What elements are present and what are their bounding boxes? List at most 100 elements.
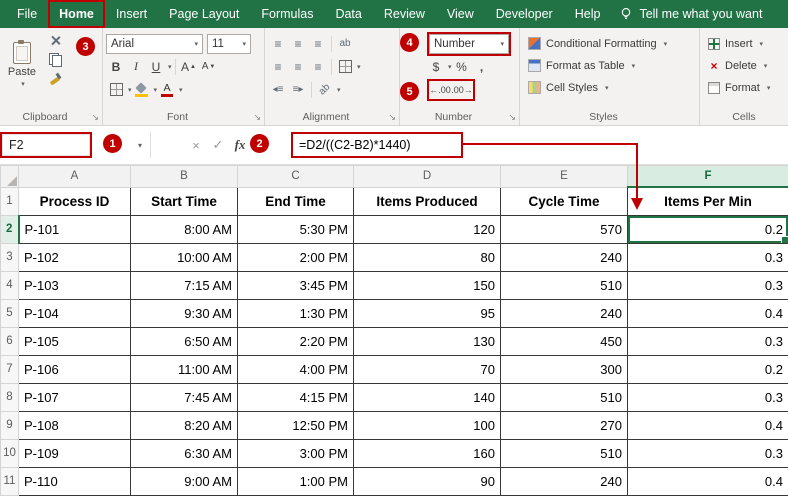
cell-D7[interactable]: 70 [354, 355, 501, 383]
cell-E5[interactable]: 240 [501, 299, 628, 327]
font-name-select[interactable]: Arial ▾ [106, 34, 203, 54]
row-header-8[interactable]: 8 [1, 383, 19, 411]
cell-D11[interactable]: 90 [354, 467, 501, 495]
cell-C9[interactable]: 12:50 PM [238, 411, 354, 439]
cell-A11[interactable]: P-110 [19, 467, 131, 495]
cell-D3[interactable]: 80 [354, 243, 501, 271]
format-button[interactable]: Format ▾ [708, 78, 784, 97]
tab-help[interactable]: Help [564, 0, 612, 28]
cell-A3[interactable]: P-102 [19, 243, 131, 271]
cell-D8[interactable]: 140 [354, 383, 501, 411]
cell-C5[interactable]: 1:30 PM [238, 299, 354, 327]
row-header-3[interactable]: 3 [1, 243, 19, 271]
font-color-button[interactable]: A [157, 80, 177, 99]
cell-A4[interactable]: P-103 [19, 271, 131, 299]
cell-C6[interactable]: 2:20 PM [238, 327, 354, 355]
column-header-C[interactable]: C [238, 166, 354, 188]
cell-A6[interactable]: P-105 [19, 327, 131, 355]
cell-D9[interactable]: 100 [354, 411, 501, 439]
italic-button[interactable]: I [126, 57, 146, 76]
cell-D4[interactable]: 150 [354, 271, 501, 299]
column-header-B[interactable]: B [131, 166, 238, 188]
cell-E1[interactable]: Cycle Time [501, 187, 628, 215]
cell-D2[interactable]: 120 [354, 215, 501, 243]
cell-E2[interactable]: 570 [501, 215, 628, 243]
cell-A9[interactable]: P-108 [19, 411, 131, 439]
cell-C2[interactable]: 5:30 PM [238, 215, 354, 243]
cancel-icon[interactable]: × [185, 134, 207, 156]
cell-F9[interactable]: 0.4 [628, 411, 788, 439]
cell-F4[interactable]: 0.3 [628, 271, 788, 299]
insert-button[interactable]: Insert ▾ [708, 34, 784, 53]
tab-formulas[interactable]: Formulas [250, 0, 324, 28]
align-right-button[interactable]: ≡ [308, 57, 328, 76]
cell-B2[interactable]: 8:00 AM [131, 215, 238, 243]
font-size-select[interactable]: 11 ▾ [207, 34, 251, 54]
cell-E10[interactable]: 510 [501, 439, 628, 467]
name-box-dropdown-icon[interactable]: ▾ [138, 141, 142, 150]
insert-function-icon[interactable]: fx [229, 134, 251, 156]
cell-B11[interactable]: 9:00 AM [131, 467, 238, 495]
cell-C4[interactable]: 3:45 PM [238, 271, 354, 299]
row-header-6[interactable]: 6 [1, 327, 19, 355]
cell-A2[interactable]: P-101 [19, 215, 131, 243]
comma-style-button[interactable]: , [472, 57, 492, 76]
tab-home[interactable]: Home [48, 0, 105, 28]
font-dialog-launcher-icon[interactable]: ↘ [253, 113, 261, 122]
tab-developer[interactable]: Developer [485, 0, 564, 28]
format-as-table-button[interactable]: Format as Table ▾ [528, 56, 695, 75]
column-header-E[interactable]: E [501, 166, 628, 188]
fill-handle[interactable] [781, 236, 788, 244]
tell-me-box[interactable]: Tell me what you want [619, 7, 788, 21]
cell-B9[interactable]: 8:20 AM [131, 411, 238, 439]
tab-review[interactable]: Review [373, 0, 436, 28]
cell-F10[interactable]: 0.3 [628, 439, 788, 467]
cell-F6[interactable]: 0.3 [628, 327, 788, 355]
cell-F3[interactable]: 0.3 [628, 243, 788, 271]
cell-C11[interactable]: 1:00 PM [238, 467, 354, 495]
formula-input[interactable]: =D2/((C2-B2)*1440) [293, 134, 461, 156]
enter-icon[interactable]: ✓ [207, 134, 229, 156]
cell-B5[interactable]: 9:30 AM [131, 299, 238, 327]
cell-C7[interactable]: 4:00 PM [238, 355, 354, 383]
percent-style-button[interactable]: % [452, 57, 472, 76]
tab-file[interactable]: File [6, 0, 48, 28]
align-center-button[interactable]: ≡ [288, 57, 308, 76]
cell-B3[interactable]: 10:00 AM [131, 243, 238, 271]
wrap-text-button[interactable]: ab [335, 34, 355, 53]
decrease-indent-button[interactable]: ◂≡ [268, 80, 288, 99]
merge-center-button[interactable] [335, 57, 355, 76]
align-left-button[interactable]: ≡ [268, 57, 288, 76]
cell-A7[interactable]: P-106 [19, 355, 131, 383]
cell-E7[interactable]: 300 [501, 355, 628, 383]
paste-button[interactable]: Paste ▾ [3, 31, 41, 99]
cell-E8[interactable]: 510 [501, 383, 628, 411]
top-align-button[interactable]: ≡ [268, 34, 288, 53]
alignment-dialog-launcher-icon[interactable]: ↘ [388, 113, 396, 122]
conditional-formatting-button[interactable]: Conditional Formatting ▾ [528, 34, 695, 53]
cell-F7[interactable]: 0.2 [628, 355, 788, 383]
number-format-select[interactable]: Number ▾ [429, 34, 509, 54]
cell-E4[interactable]: 510 [501, 271, 628, 299]
bold-button[interactable]: B [106, 57, 126, 76]
cell-D5[interactable]: 95 [354, 299, 501, 327]
column-header-F[interactable]: F [628, 166, 788, 188]
tab-page-layout[interactable]: Page Layout [158, 0, 250, 28]
cell-D1[interactable]: Items Produced [354, 187, 501, 215]
clipboard-dialog-launcher-icon[interactable]: ↘ [91, 113, 99, 122]
row-header-1[interactable]: 1 [1, 187, 19, 215]
cell-B6[interactable]: 6:50 AM [131, 327, 238, 355]
cell-F2[interactable]: 0.2 [628, 215, 788, 243]
cell-C1[interactable]: End Time [238, 187, 354, 215]
cell-F5[interactable]: 0.4 [628, 299, 788, 327]
fill-color-button[interactable] [132, 80, 152, 99]
select-all-corner[interactable] [1, 166, 19, 188]
cell-A8[interactable]: P-107 [19, 383, 131, 411]
row-header-11[interactable]: 11 [1, 467, 19, 495]
cell-D6[interactable]: 130 [354, 327, 501, 355]
decrease-decimal-button[interactable]: .00→ [451, 81, 473, 99]
row-header-10[interactable]: 10 [1, 439, 19, 467]
cell-B1[interactable]: Start Time [131, 187, 238, 215]
row-header-7[interactable]: 7 [1, 355, 19, 383]
cell-C3[interactable]: 2:00 PM [238, 243, 354, 271]
